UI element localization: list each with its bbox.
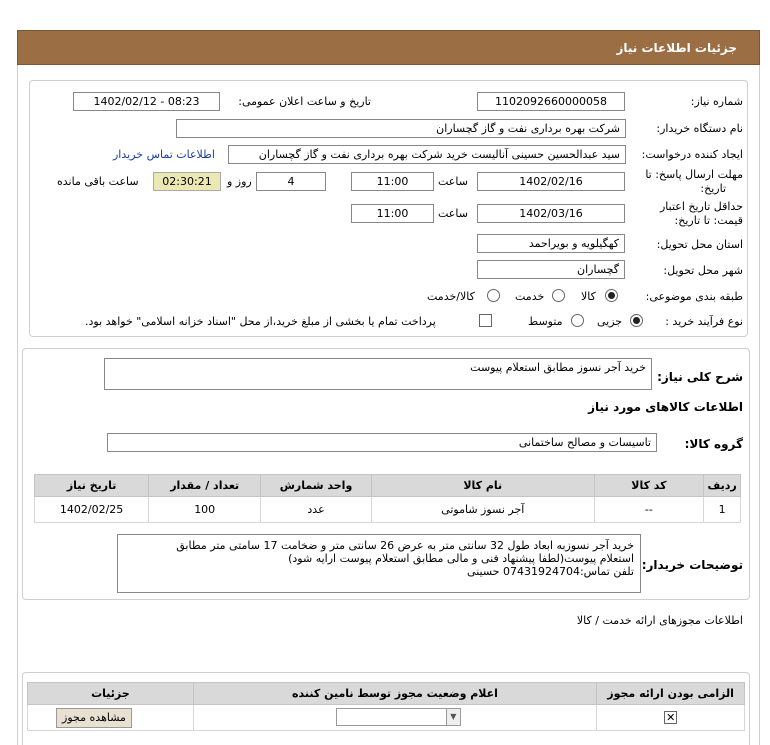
deadline-time-field: 11:00 [351,172,434,191]
deadline-label-line2: تاریخ: [700,182,726,195]
goods-group-field: تاسیسات و مصالح ساختمانی [107,433,657,452]
deadline-date-field: 1402/02/16 [477,172,625,191]
summary-label: شرح کلی نیاز: [657,370,743,384]
city-field: گچساران [477,260,625,279]
col-code: کد کالا [593,474,705,497]
need-number-label: شماره نیاز: [690,95,743,108]
buyer-notes-label: توضیحات خریدار: [641,558,743,572]
col-row: ردیف [703,474,741,497]
buyer-notes-line-1: خرید آجر نسوزبه ابعاد طول 32 سانتی متر ب… [176,539,634,552]
buyer-notes-field: خرید آجر نسوزبه ابعاد طول 32 سانتی متر ب… [117,534,641,593]
announce-label: تاریخ و ساعت اعلان عمومی: [238,95,371,108]
col-name: نام کالا [370,474,595,497]
cell-need-date: 1402/02/25 [33,496,150,523]
process-option-minor: جزیی [597,315,623,328]
process-label: نوع فرآیند خرید : [665,315,743,328]
summary-field: خرید آجر نسوز مطابق استعلام پیوست [104,358,652,390]
category-option-service: خدمت [515,290,545,303]
col-need-date: تاریخ نیاز [33,474,150,497]
permits-section-title: اطلاعات مجوزهای ارائه خدمت / کالا [576,614,743,627]
process-radio-medium[interactable] [571,314,584,327]
deadline-label-line1: مهلت ارسال پاسخ: تا [645,168,743,181]
province-label: استان محل تحویل: [656,238,743,251]
province-field: کهگیلویه و بویراحمد [477,234,625,253]
category-option-goods-service: کالا/خدمت [427,290,475,303]
table-row: 1 -- آجر نسوز شاموتی عدد 100 1402/02/25 [33,496,741,523]
days-label: روز و [227,175,252,188]
process-radio-minor[interactable] [630,314,643,327]
category-radio-service[interactable] [552,289,565,302]
permit-status-select[interactable]: -- ▼ [335,708,461,726]
validity-time-label: ساعت [438,207,468,220]
view-permit-button[interactable]: مشاهده مجوز [56,708,132,728]
cell-row: 1 [703,496,741,523]
validity-label-line1: حداقل تاریخ اعتبار [659,200,743,213]
treasury-payment-checkbox[interactable] [479,314,492,327]
remaining-time-field: 02:30:21 [153,172,221,191]
permit-col-required: الزامی بودن ارائه مجوز [596,682,745,705]
permit-row: ✕ -- ▼ مشاهده مجوز [27,704,745,731]
category-radio-goods[interactable] [605,289,618,302]
remaining-label: ساعت باقی مانده [57,175,139,188]
permit-status-cell: -- ▼ [192,704,598,731]
process-option-medium: متوسط [528,315,563,328]
validity-time-field: 11:00 [351,204,434,223]
page-title-bar: جزئیات اطلاعات نیاز [17,30,760,65]
category-option-goods: کالا [581,290,596,303]
need-number-field: 1102092660000058 [477,92,625,111]
creator-label: ایجاد کننده درخواست: [641,148,743,161]
permit-details-cell: مشاهده مجوز [27,704,194,731]
goods-table: ردیف کد کالا نام کالا واحد شمارش تعداد /… [33,474,741,523]
buyer-contact-link[interactable]: اطلاعات تماس خریدار [113,148,215,161]
chevron-down-icon: ▼ [445,709,460,725]
treasury-payment-note: پرداخت تمام یا بخشی از مبلغ خرید،از محل … [85,315,436,328]
buyer-notes-line-3: تلفن تماس:07431924704 حسینی [467,565,634,578]
goods-section-title: اطلاعات کالاهای مورد نیاز [588,400,743,414]
validity-label-line2: قیمت: تا تاریخ: [674,214,743,227]
cell-unit: عدد [260,496,372,523]
announce-field: 1402/02/12 - 08:23 [73,92,220,111]
buyer-org-field: شرکت بهره برداری نفت و گاز گچساران [176,119,626,138]
buyer-notes-line-2: استعلام پیوست(لطفا پیشنهاد فنی و مالی مط… [288,552,634,565]
days-field: 4 [256,172,326,191]
category-label: طبقه بندی موضوعی: [645,290,743,303]
goods-group-label: گروه کالا: [684,437,743,451]
permit-col-status: اعلام وضعیت مجوز توسط نامین کننده [192,682,598,705]
cell-quantity: 100 [148,496,262,523]
permit-col-details: جزئیات [27,682,194,705]
city-label: شهر محل تحویل: [663,264,743,277]
buyer-org-label: نام دستگاه خریدار: [656,122,743,135]
cell-code: -- [593,496,705,523]
page-title: جزئیات اطلاعات نیاز [616,40,737,55]
permits-table: الزامی بودن ارائه مجوز اعلام وضعیت مجوز … [27,682,745,731]
cell-name: آجر نسوز شاموتی [370,496,595,523]
deadline-time-label: ساعت [438,175,468,188]
permit-required-cell: ✕ [596,704,745,731]
col-quantity: تعداد / مقدار [148,474,262,497]
creator-field: سید عبدالحسین حسینی آنالیست خرید شرکت به… [228,145,626,164]
permit-required-checkbox: ✕ [664,711,678,724]
validity-date-field: 1402/03/16 [477,204,625,223]
category-radio-goods-service[interactable] [487,289,500,302]
col-unit: واحد شمارش [260,474,372,497]
